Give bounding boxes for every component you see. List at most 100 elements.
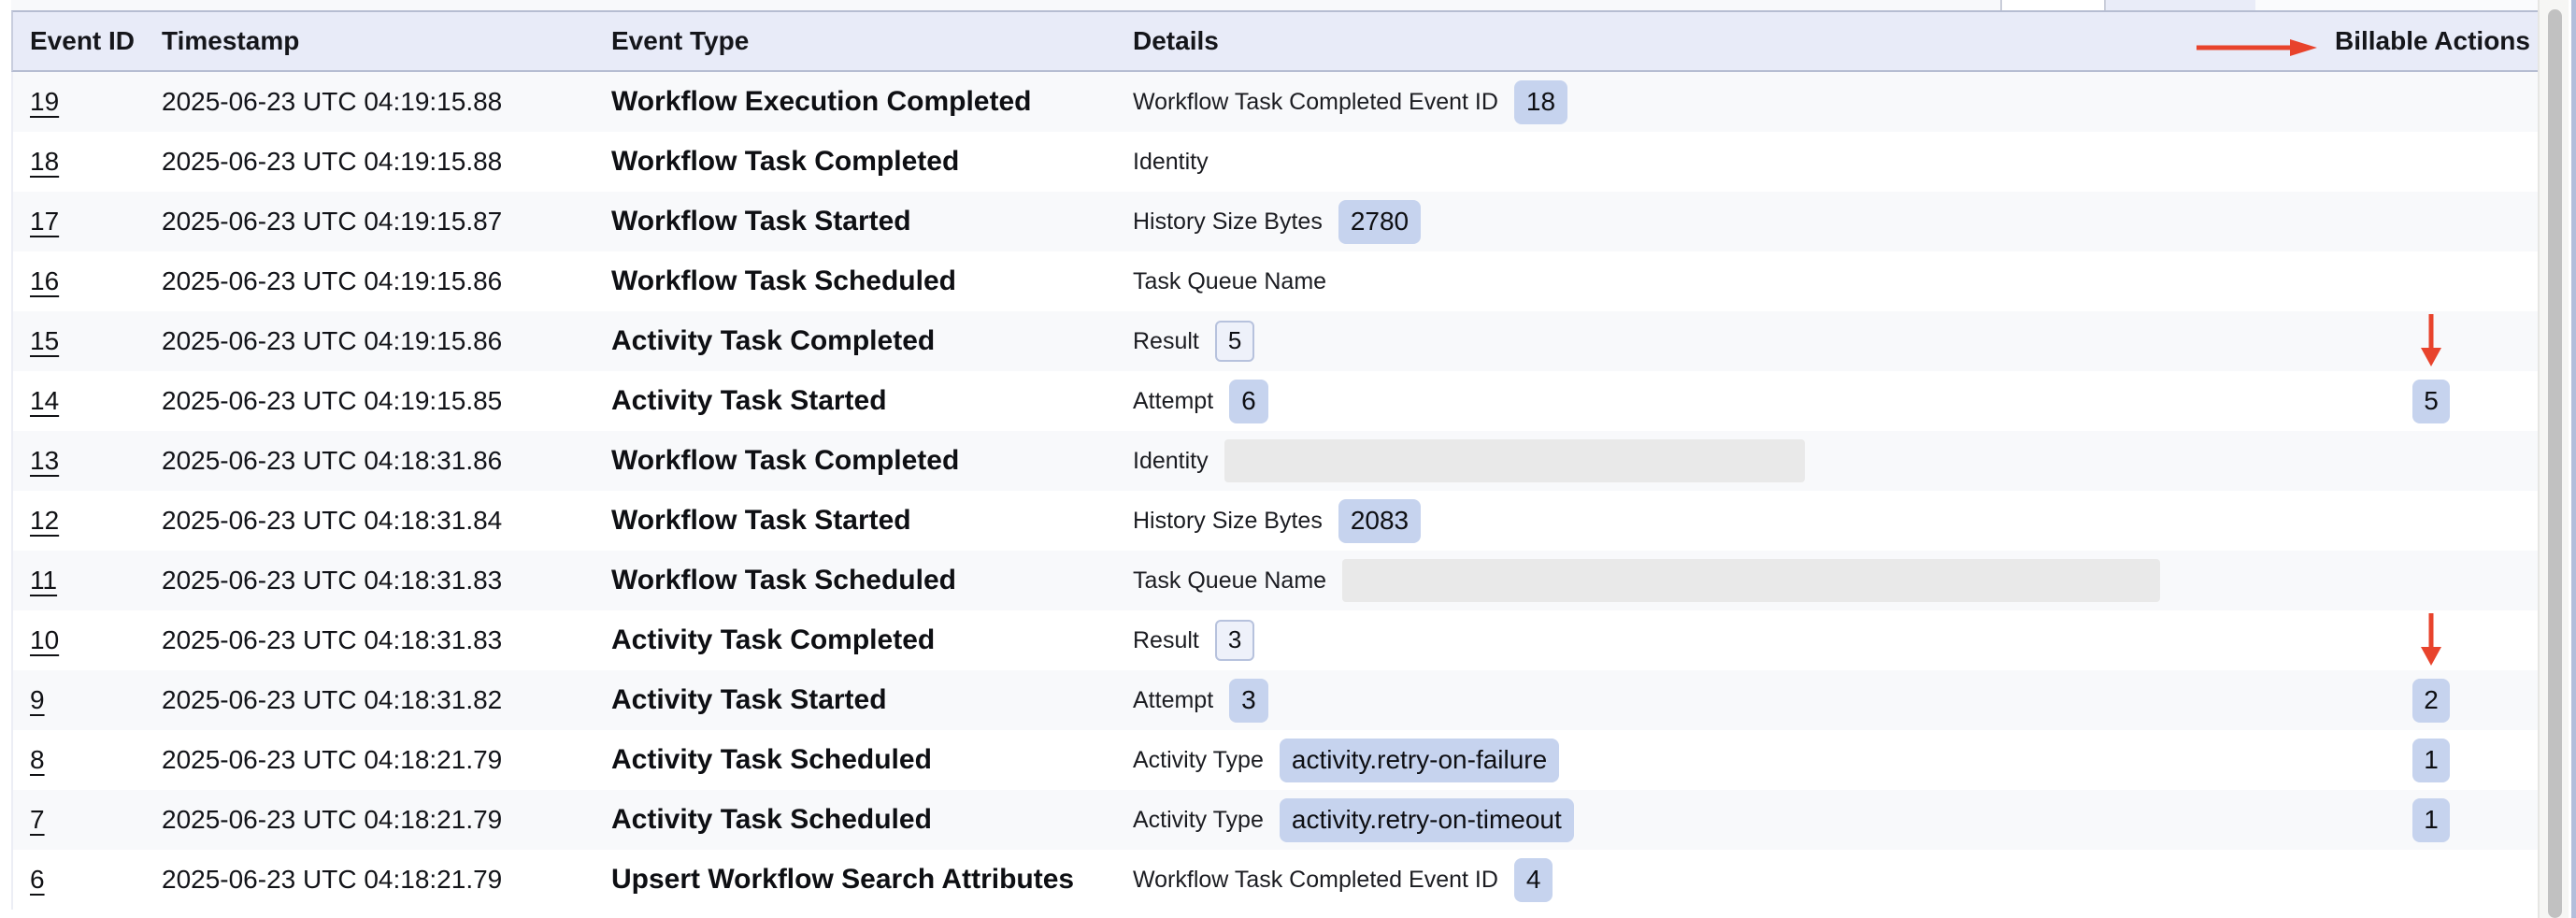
- event-history-table: Event ID Timestamp Event Type Details Bi…: [11, 10, 2540, 910]
- event-type-cell: Workflow Task Scheduled: [611, 265, 1133, 297]
- detail-value-chip: 3: [1215, 620, 1254, 661]
- event-type-cell: Activity Task Completed: [611, 624, 1133, 656]
- detail-value-badge: 18: [1514, 80, 1567, 124]
- event-id-link[interactable]: 19: [30, 87, 59, 116]
- event-id-cell: 18: [13, 147, 162, 177]
- detail-value-redacted: [1224, 439, 1805, 482]
- billable-actions-cell: [2320, 551, 2542, 610]
- details-cell: Activity Type activity.retry-on-failure: [1133, 739, 2320, 782]
- event-type-cell: Activity Task Started: [611, 385, 1133, 417]
- details-cell: Task Queue Name: [1133, 559, 2320, 602]
- table-row[interactable]: 172025-06-23 UTC 04:19:15.87Workflow Tas…: [11, 192, 2540, 251]
- billable-actions-cell: [2320, 850, 2542, 910]
- timestamp-cell: 2025-06-23 UTC 04:19:15.86: [162, 326, 611, 356]
- event-id-link[interactable]: 17: [30, 207, 59, 236]
- detail-value-redacted: [1342, 559, 2160, 602]
- event-id-link[interactable]: 14: [30, 386, 59, 415]
- billable-actions-cell: [2320, 192, 2542, 251]
- table-row[interactable]: 9 2025-06-23 UTC 04:18:31.82Activity Task…: [11, 670, 2540, 730]
- details-cell: Identity: [1133, 149, 2320, 176]
- side-panel-edge: [2571, 0, 2576, 918]
- timestamp-cell: 2025-06-23 UTC 04:18:21.79: [162, 745, 611, 775]
- event-id-cell: 19: [13, 87, 162, 117]
- table-row[interactable]: 72025-06-23 UTC 04:18:21.79Activity Task…: [11, 790, 2540, 850]
- event-id-cell: 13: [13, 446, 162, 476]
- detail-value-badge: 2780: [1338, 200, 1421, 244]
- table-row[interactable]: 11 2025-06-23 UTC 04:18:31.83Workflow Tas…: [11, 551, 2540, 610]
- details-cell: Identity: [1133, 439, 2320, 482]
- billable-actions-cell: 2: [2320, 670, 2542, 730]
- event-type-cell: Activity Task Scheduled: [611, 804, 1133, 836]
- timestamp-cell: 2025-06-23 UTC 04:18:31.82: [162, 685, 611, 715]
- timestamp-cell: 2025-06-23 UTC 04:18:31.83: [162, 566, 611, 595]
- event-id-link[interactable]: 9: [30, 685, 45, 714]
- event-id-cell: 14: [13, 386, 162, 416]
- timestamp-cell: 2025-06-23 UTC 04:19:15.87: [162, 207, 611, 237]
- table-row[interactable]: 182025-06-23 UTC 04:19:15.88Workflow Tas…: [11, 132, 2540, 192]
- detail-label: Activity Type: [1133, 747, 1264, 774]
- billable-actions-cell: [2320, 72, 2542, 132]
- event-id-cell: 11: [13, 566, 162, 595]
- billable-actions-badge: 5: [2412, 380, 2450, 423]
- detail-label: History Size Bytes: [1133, 208, 1323, 236]
- details-cell: Result 3: [1133, 620, 2320, 661]
- event-id-link[interactable]: 6: [30, 865, 45, 894]
- table-row[interactable]: 15 2025-06-23 UTC 04:19:15.86Activity Tas…: [11, 311, 2540, 371]
- billable-actions-badge: 1: [2412, 798, 2450, 842]
- billable-actions-cell: [2320, 491, 2542, 551]
- top-strip-segment: [11, 0, 2000, 10]
- table-row[interactable]: 132025-06-23 UTC 04:18:31.86Workflow Tas…: [11, 431, 2540, 491]
- event-type-cell: Workflow Execution Completed: [611, 86, 1133, 118]
- event-id-link[interactable]: 15: [30, 326, 59, 355]
- detail-label: Task Queue Name: [1133, 268, 1326, 295]
- timestamp-cell: 2025-06-23 UTC 04:19:15.85: [162, 386, 611, 416]
- event-id-link[interactable]: 13: [30, 446, 59, 475]
- event-id-link[interactable]: 16: [30, 266, 59, 295]
- table-row[interactable]: 162025-06-23 UTC 04:19:15.86Workflow Tas…: [11, 251, 2540, 311]
- detail-value-badge: activity.retry-on-failure: [1280, 739, 1559, 782]
- billable-actions-cell: [2320, 132, 2542, 192]
- detail-value-badge: 6: [1229, 380, 1268, 423]
- timestamp-cell: 2025-06-23 UTC 04:18:31.84: [162, 506, 611, 536]
- detail-label: Identity: [1133, 149, 1209, 176]
- event-id-cell: 6: [13, 865, 162, 895]
- detail-value-chip: 5: [1215, 321, 1254, 362]
- details-cell: Activity Typeactivity.retry-on-timeout: [1133, 798, 2320, 842]
- scrollbar-thumb[interactable]: [2548, 9, 2562, 918]
- event-id-cell: 12: [13, 506, 162, 536]
- event-id-link[interactable]: 11: [30, 566, 57, 595]
- top-strip: [0, 0, 2576, 10]
- billable-actions-cell: 5: [2320, 371, 2542, 431]
- event-type-cell: Workflow Task Completed: [611, 146, 1133, 178]
- red-arrow-right-icon: [2197, 39, 2318, 56]
- table-row[interactable]: 62025-06-23 UTC 04:18:21.79Upsert Workfl…: [11, 850, 2540, 910]
- event-id-link[interactable]: 10: [30, 625, 59, 654]
- table-row[interactable]: 192025-06-23 UTC 04:19:15.88Workflow Exe…: [11, 72, 2540, 132]
- top-strip-box: [2000, 0, 2106, 10]
- event-id-link[interactable]: 7: [30, 805, 45, 834]
- table-row[interactable]: 14 2025-06-23 UTC 04:19:15.85Activity Tas…: [11, 371, 2540, 431]
- column-header-event-type: Event Type: [611, 26, 1133, 56]
- detail-value-badge: 4: [1514, 858, 1553, 902]
- event-id-cell: 15: [13, 326, 162, 356]
- details-cell: Attempt6: [1133, 380, 2320, 423]
- red-arrow-down-icon: [2419, 613, 2443, 666]
- timestamp-cell: 2025-06-23 UTC 04:18:31.83: [162, 625, 611, 655]
- detail-label: Result: [1133, 627, 1199, 654]
- detail-value-badge: activity.retry-on-timeout: [1280, 798, 1574, 842]
- event-type-cell: Workflow Task Scheduled: [611, 565, 1133, 596]
- table-body: 192025-06-23 UTC 04:19:15.88Workflow Exe…: [11, 72, 2540, 910]
- billable-actions-cell: [2320, 251, 2542, 311]
- event-type-cell: Activity Task Completed: [611, 325, 1133, 357]
- detail-label: Result: [1133, 328, 1199, 355]
- table-row[interactable]: 82025-06-23 UTC 04:18:21.79Activity Task…: [11, 730, 2540, 790]
- table-row[interactable]: 10 2025-06-23 UTC 04:18:31.83Activity Tas…: [11, 610, 2540, 670]
- event-type-cell: Activity Task Started: [611, 684, 1133, 716]
- table-row[interactable]: 122025-06-23 UTC 04:18:31.84Workflow Tas…: [11, 491, 2540, 551]
- event-id-link[interactable]: 12: [30, 506, 59, 535]
- event-id-link[interactable]: 18: [30, 147, 59, 176]
- billable-actions-cell: 1: [2320, 790, 2542, 850]
- detail-label: Task Queue Name: [1133, 567, 1326, 595]
- billable-actions-cell: [2320, 431, 2542, 491]
- event-id-link[interactable]: 8: [30, 745, 45, 774]
